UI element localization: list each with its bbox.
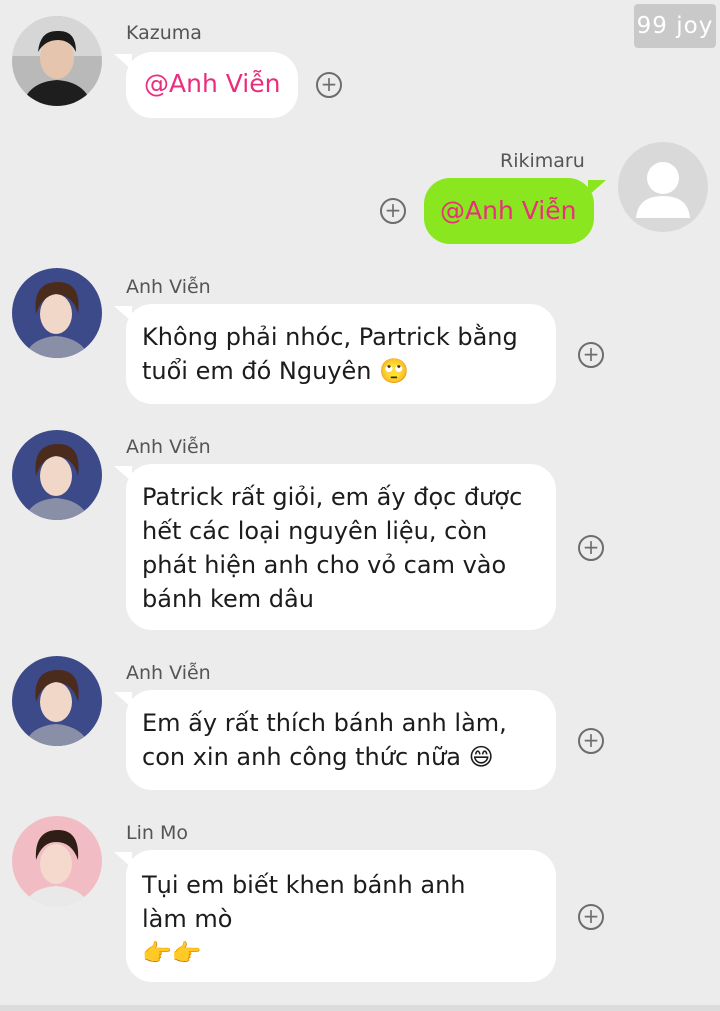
pointing-hands-emoji: 👉👉 (142, 939, 202, 967)
avatar-anh-vien[interactable] (12, 268, 102, 358)
message-line: bánh kem dâu (142, 585, 314, 613)
mention-text[interactable]: @Anh Viễn (144, 69, 280, 98)
mention-text[interactable]: @Anh Viễn (440, 196, 576, 225)
sender-name: Anh Viễn (126, 436, 211, 458)
message-bubble[interactable]: Không phải nhóc, Partrick bằng tuổi em đ… (114, 304, 556, 404)
avatar-kazuma[interactable] (12, 16, 102, 106)
avatar-lin-mo[interactable] (12, 816, 102, 906)
avatar-anh-vien[interactable] (12, 430, 102, 520)
message-line: tuổi em đó Nguyên (142, 357, 372, 385)
add-reaction-icon[interactable]: + (380, 198, 406, 224)
sender-name: Anh Viễn (126, 276, 211, 298)
avatar-anh-vien[interactable] (12, 656, 102, 746)
message-line: Không phải nhóc, Partrick bằng (142, 323, 518, 351)
add-reaction-icon[interactable]: + (578, 728, 604, 754)
message-line: làm mò (142, 905, 233, 933)
smile-emoji: 😄 (468, 743, 494, 771)
sender-name: Anh Viễn (126, 662, 211, 684)
message-line: Tụi em biết khen bánh anh (142, 871, 466, 899)
rolling-eyes-emoji: 🙄 (379, 357, 410, 385)
message-line: hết các loại nguyên liệu, còn (142, 517, 488, 545)
person-icon (618, 142, 708, 232)
divider (0, 1005, 720, 1011)
own-message-bubble[interactable]: @Anh Viễn (424, 178, 606, 244)
message-bubble[interactable]: Patrick rất giỏi, em ấy đọc được hết các… (114, 464, 556, 630)
add-reaction-icon[interactable]: + (578, 342, 604, 368)
sender-name: Rikimaru (500, 150, 585, 172)
add-reaction-icon[interactable]: + (578, 535, 604, 561)
message-bubble[interactable]: Em ấy rất thích bánh anh làm, con xin an… (114, 690, 556, 790)
message-line: con xin anh công thức nữa (142, 743, 461, 771)
add-reaction-icon[interactable]: + (316, 72, 342, 98)
watermark: 99 joy (634, 4, 716, 48)
avatar-rikimaru[interactable] (618, 142, 708, 232)
message-line: Patrick rất giỏi, em ấy đọc được (142, 483, 523, 511)
sender-name: Kazuma (126, 22, 202, 44)
add-reaction-icon[interactable]: + (578, 904, 604, 930)
sender-name: Lin Mo (126, 822, 188, 844)
message-line: Em ấy rất thích bánh anh làm, (142, 709, 507, 737)
message-bubble[interactable]: Tụi em biết khen bánh anh làm mò 👉👉 (114, 850, 556, 982)
message-bubble[interactable]: @Anh Viễn (114, 52, 298, 118)
message-line: phát hiện anh cho vỏ cam vào (142, 551, 507, 579)
